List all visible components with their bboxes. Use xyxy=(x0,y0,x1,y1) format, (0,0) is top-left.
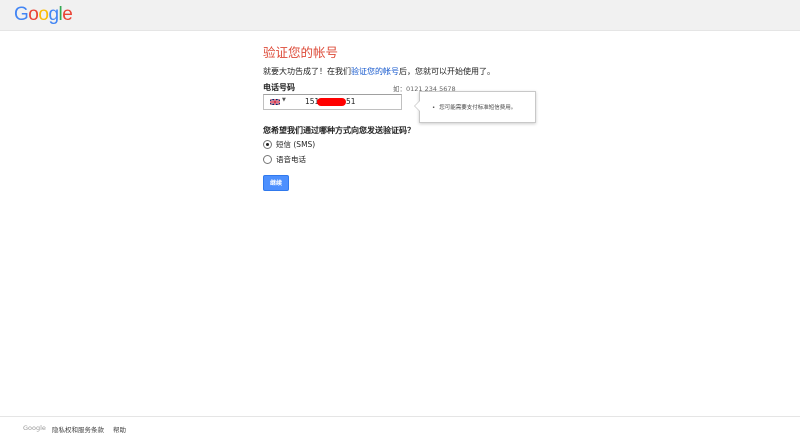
footer: Google 隐私权和服务条款 帮助 xyxy=(0,416,800,438)
logo-letter: o xyxy=(28,4,39,25)
sms-fee-tooltip: 您可能需要支付标准短信费用。 xyxy=(414,91,536,123)
logo-letter: G xyxy=(14,4,29,25)
tooltip-text: 您可能需要支付标准短信费用。 xyxy=(432,103,516,111)
delivery-method-question: 您希望我们通过哪种方式向您发送验证码？ xyxy=(263,126,415,135)
logo-letter: e xyxy=(62,4,73,25)
sms-radio[interactable] xyxy=(263,140,272,149)
intro-after: 后，您就可以开始使用了。 xyxy=(399,67,495,76)
logo-letter: g xyxy=(48,4,59,25)
continue-button[interactable]: 继续 xyxy=(263,175,289,191)
chevron-down-icon: ▼ xyxy=(282,97,286,103)
voice-radio[interactable] xyxy=(263,155,272,164)
top-bar: Google xyxy=(0,0,800,31)
country-select[interactable]: ▼ xyxy=(264,95,292,109)
footer-brand: Google xyxy=(23,424,46,432)
intro-text: 就要大功告成了！在我们验证您的帐号后，您就可以开始使用了。 xyxy=(263,66,495,77)
logo-letter: o xyxy=(38,4,49,25)
uk-flag-icon xyxy=(270,99,280,105)
google-logo[interactable]: Google xyxy=(14,4,73,26)
verify-account-link[interactable]: 验证您的帐号 xyxy=(351,67,399,76)
help-link[interactable]: 帮助 xyxy=(113,424,126,434)
privacy-terms-link[interactable]: 隐私权和服务条款 xyxy=(52,424,104,434)
sms-label: 短信 (SMS) xyxy=(276,140,316,149)
page-title: 验证您的帐号 xyxy=(263,45,339,60)
phone-number-input[interactable]: ▼ 151 51 xyxy=(263,94,402,110)
redaction-mark xyxy=(317,98,346,106)
phone-label: 电话号码 xyxy=(263,83,295,92)
voice-label: 语音电话 xyxy=(276,155,306,164)
intro-before: 就要大功告成了！在我们 xyxy=(263,67,351,76)
phone-value-end: 51 xyxy=(346,97,356,106)
